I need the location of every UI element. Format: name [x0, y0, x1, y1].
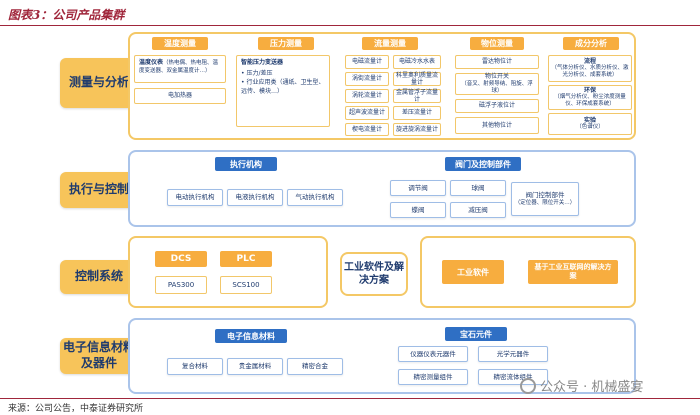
box-flow-8: 差压流量计	[393, 106, 441, 120]
box-iiot-solution: 基于工业互联网的解决方案	[528, 260, 618, 284]
box-control-valve: 调节阀	[390, 180, 446, 196]
header-dcs: DCS	[155, 251, 207, 267]
header-plc: PLC	[220, 251, 272, 267]
label-temperature-instrument: 温度仪表	[139, 59, 164, 66]
header-pressure: 压力测量	[258, 37, 314, 50]
wechat-icon	[520, 378, 536, 394]
box-flow-6: 金属管浮子流量计	[393, 89, 441, 103]
box-electric-heater: 电加热器	[134, 88, 226, 104]
box-industrial-software: 工业软件	[442, 260, 504, 284]
box-flow-10: 旋进旋涡流量计	[393, 123, 441, 136]
header-flow: 流量测量	[362, 37, 418, 50]
label-level-switch: 物位开关	[484, 73, 509, 81]
box-electric-actuator: 电动执行机构	[167, 189, 223, 206]
box-ball-valve: 球阀	[450, 180, 506, 196]
header-gem-components: 宝石元件	[445, 327, 507, 341]
box-flow-4: 科里奥利质量流量计	[393, 72, 441, 86]
label-env-sub: （烟气分析仪、粉尘浓度测量仪、环保成套系统）	[554, 94, 626, 108]
label-pressure-industry: 行业应用类（通纸、卫生型、远传、模块…）	[241, 78, 325, 96]
box-flow-3: 涡街流量计	[345, 72, 389, 86]
category-execution: 执行与控制	[60, 172, 138, 208]
box-pas300: PAS300	[155, 276, 207, 294]
box-butterfly-valve: 蝶阀	[390, 202, 446, 218]
box-flow-5: 涡轮流量计	[345, 89, 389, 103]
box-scs100: SCS100	[220, 276, 272, 294]
title-divider	[0, 25, 700, 26]
box-temperature-instrument: 温度仪表（热电偶、热电阻、温度变送器、双金属温度计…）	[134, 55, 226, 83]
box-composite-materials: 复合材料	[167, 358, 223, 375]
box-reducing-valve: 减压阀	[450, 202, 506, 218]
label-level-switch-sub: （音叉、射频导纳、阻旋、浮球）	[461, 80, 533, 94]
label-pressure-diff: 压力/差压	[241, 69, 325, 78]
footer-divider	[0, 398, 700, 399]
category-measurement: 测量与分析	[60, 58, 138, 108]
header-valve: 阀门及控制部件	[445, 157, 521, 171]
box-flow-2: 电磁冷水水表	[393, 55, 441, 69]
label-lab-sub: （色谱仪）	[576, 124, 604, 131]
watermark-text: 公众号 · 机械盛宴	[540, 380, 644, 395]
box-precision-measurement: 精密测量组件	[398, 369, 468, 385]
label-software-solutions: 工业软件及解决方案	[340, 252, 408, 296]
label-valve-control-parts-sub: （定位器、限位开关…）	[514, 199, 576, 206]
box-flow-9: 楔电流量计	[345, 123, 389, 136]
panel-control-system	[128, 236, 328, 308]
box-lab-analysis: 实验 （色谱仪）	[548, 113, 632, 135]
box-precision-alloy: 精密合金	[287, 358, 343, 375]
source-note: 来源：公司公告，中泰证券研究所	[8, 404, 144, 414]
header-analysis: 成分分析	[563, 37, 619, 50]
watermark: 公众号 · 机械盛宴	[520, 376, 643, 395]
box-process-analysis: 流程 （气体分析仪、水质分析仪、激光分析仪、成套系统）	[548, 55, 632, 82]
box-optical-components: 光学元器件	[478, 346, 548, 362]
header-temperature: 温度测量	[152, 37, 208, 50]
box-pressure: 智能压力变送器 压力/差压 行业应用类（通纸、卫生型、远传、模块…）	[236, 55, 330, 127]
page-title: 图表3：公司产品集群	[8, 8, 125, 22]
box-instrument-components: 仪器仪表元器件	[398, 346, 468, 362]
box-precious-metal: 贵金属材料	[227, 358, 283, 375]
box-level-switch: 物位开关 （音叉、射频导纳、阻旋、浮球）	[455, 73, 539, 95]
box-env-analysis: 环保 （烟气分析仪、粉尘浓度测量仪、环保成套系统）	[548, 85, 632, 110]
label-valve-control-parts: 阀门控制部件	[525, 191, 565, 200]
box-hydraulic-actuator: 电液执行机构	[227, 189, 283, 206]
box-other-level: 其他物位计	[455, 117, 539, 134]
box-flow-1: 电磁流量计	[345, 55, 389, 69]
box-pneumatic-actuator: 气动执行机构	[287, 189, 343, 206]
category-control-system: 控制系统	[60, 260, 138, 294]
box-magnetic-level: 磁浮子液位计	[455, 99, 539, 113]
category-electronic-materials: 电子信息材料及器件	[60, 338, 138, 374]
box-radar-level: 雷达物位计	[455, 55, 539, 69]
header-actuator: 执行机构	[215, 157, 277, 171]
box-flow-7: 超声波流量计	[345, 106, 389, 120]
header-level: 物位测量	[470, 37, 524, 50]
label-smart-pressure-transmitter: 智能压力变送器	[241, 59, 284, 66]
box-valve-control-parts: 阀门控制部件 （定位器、限位开关…）	[511, 182, 579, 216]
header-electronic-materials: 电子信息材料	[215, 329, 287, 343]
label-process-sub: （气体分析仪、水质分析仪、激光分析仪、成套系统）	[551, 65, 629, 79]
